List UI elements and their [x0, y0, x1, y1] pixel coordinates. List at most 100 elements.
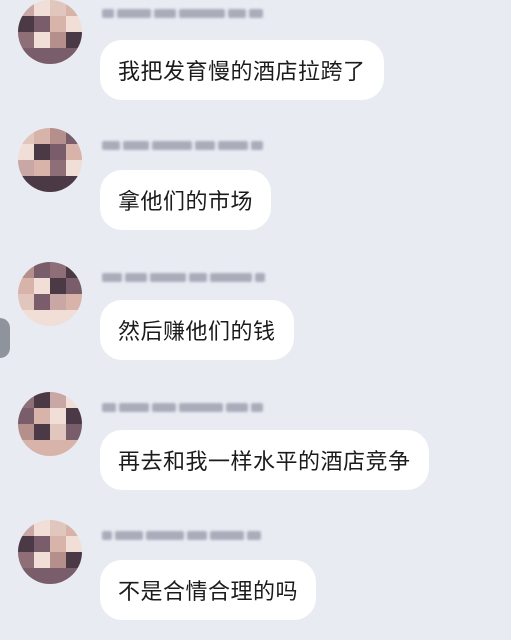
avatar[interactable] — [18, 262, 82, 326]
avatar-mosaic-cell — [50, 278, 66, 294]
avatar-mosaic-cell — [34, 552, 50, 568]
avatar-mosaic-cell — [18, 48, 34, 64]
avatar-mosaic-cell — [34, 310, 50, 326]
avatar-mosaic-cell — [66, 424, 82, 440]
message-row: 拿他们的市场 — [0, 128, 511, 248]
avatar-mosaic-cell — [50, 424, 66, 440]
chat-thread: 我把发育慢的酒店拉跨了 拿他们的市场 然后赚他们的钱 再去和我一样水平的酒店竞争 — [0, 0, 511, 630]
avatar-mosaic-cell — [50, 16, 66, 32]
avatar-mosaic-cell — [50, 408, 66, 424]
avatar-mosaic-cell — [50, 160, 66, 176]
avatar[interactable] — [18, 128, 82, 192]
avatar-mosaic-cell — [66, 310, 82, 326]
sender-name-blurred — [102, 138, 263, 152]
avatar-mosaic-cell — [34, 294, 50, 310]
avatar-mosaic-cell — [50, 536, 66, 552]
avatar-mosaic-cell — [50, 310, 66, 326]
avatar-mosaic-cell — [18, 568, 34, 584]
avatar-mosaic-cell — [18, 262, 34, 278]
avatar-mosaic-cell — [18, 408, 34, 424]
message-bubble[interactable]: 不是合情合理的吗 — [100, 560, 317, 620]
avatar-mosaic-cell — [50, 0, 66, 16]
avatar-mosaic-cell — [18, 16, 34, 32]
message-row: 不是合情合理的吗 — [0, 520, 511, 640]
avatar-mosaic-cell — [18, 552, 34, 568]
message-bubble[interactable]: 再去和我一样水平的酒店竞争 — [100, 430, 429, 490]
avatar-mosaic-cell — [34, 262, 50, 278]
avatar-mosaic-cell — [50, 128, 66, 144]
message-row: 我把发育慢的酒店拉跨了 — [0, 0, 511, 120]
avatar-mosaic-cell — [66, 408, 82, 424]
side-handle[interactable] — [0, 318, 10, 358]
avatar-mosaic-cell — [50, 32, 66, 48]
avatar-mosaic-cell — [34, 568, 50, 584]
avatar-mosaic-cell — [50, 568, 66, 584]
avatar-mosaic-cell — [34, 278, 50, 294]
avatar-mosaic-cell — [66, 160, 82, 176]
avatar-mosaic-cell — [34, 536, 50, 552]
avatar-mosaic-cell — [50, 176, 66, 192]
avatar-mosaic-cell — [34, 392, 50, 408]
avatar-mosaic-cell — [66, 144, 82, 160]
avatar-mosaic-cell — [66, 32, 82, 48]
message-text: 我把发育慢的酒店拉跨了 — [118, 60, 366, 85]
sender-name-blurred — [102, 6, 263, 20]
avatar-mosaic-cell — [66, 262, 82, 278]
avatar-mosaic-cell — [50, 144, 66, 160]
avatar-mosaic-cell — [18, 392, 34, 408]
avatar[interactable] — [18, 0, 82, 64]
message-bubble[interactable]: 拿他们的市场 — [100, 170, 272, 230]
avatar-mosaic-cell — [34, 48, 50, 64]
avatar-mosaic-cell — [50, 520, 66, 536]
avatar-mosaic-cell — [18, 32, 34, 48]
avatar-mosaic-cell — [66, 48, 82, 64]
avatar-mosaic-cell — [34, 440, 50, 456]
avatar-mosaic-cell — [18, 160, 34, 176]
avatar-mosaic-cell — [18, 294, 34, 310]
sender-name-blurred — [102, 270, 265, 284]
avatar-mosaic-cell — [50, 262, 66, 278]
avatar-mosaic-cell — [18, 0, 34, 16]
avatar-mosaic-cell — [18, 176, 34, 192]
avatar[interactable] — [18, 520, 82, 584]
avatar-mosaic-cell — [18, 310, 34, 326]
avatar-mosaic-cell — [34, 520, 50, 536]
avatar-mosaic-cell — [66, 520, 82, 536]
message-text: 然后赚他们的钱 — [118, 320, 276, 345]
avatar-mosaic-cell — [66, 0, 82, 16]
avatar-mosaic-cell — [34, 144, 50, 160]
message-bubble[interactable]: 然后赚他们的钱 — [100, 300, 294, 360]
avatar-mosaic-cell — [66, 128, 82, 144]
avatar-mosaic-cell — [50, 440, 66, 456]
message-text: 不是合情合理的吗 — [118, 580, 299, 605]
avatar-mosaic-cell — [18, 424, 34, 440]
avatar-mosaic-cell — [66, 552, 82, 568]
avatar-mosaic-cell — [66, 16, 82, 32]
avatar-mosaic-cell — [50, 294, 66, 310]
message-text: 拿他们的市场 — [118, 190, 254, 215]
avatar-mosaic-cell — [34, 128, 50, 144]
avatar-mosaic-cell — [18, 536, 34, 552]
avatar-mosaic-cell — [66, 392, 82, 408]
avatar-mosaic-cell — [34, 32, 50, 48]
avatar-mosaic-cell — [18, 520, 34, 536]
message-bubble[interactable]: 我把发育慢的酒店拉跨了 — [100, 40, 384, 100]
sender-name-blurred — [102, 528, 261, 542]
avatar-mosaic-cell — [34, 0, 50, 16]
avatar-mosaic-cell — [66, 278, 82, 294]
avatar-mosaic-cell — [50, 48, 66, 64]
avatar-mosaic-cell — [34, 16, 50, 32]
avatar-mosaic-cell — [34, 424, 50, 440]
avatar-mosaic-cell — [18, 440, 34, 456]
avatar-mosaic-cell — [34, 160, 50, 176]
avatar-mosaic-cell — [50, 552, 66, 568]
avatar-mosaic-cell — [66, 536, 82, 552]
avatar-mosaic-cell — [18, 278, 34, 294]
avatar-mosaic-cell — [18, 128, 34, 144]
message-row: 再去和我一样水平的酒店竞争 — [0, 392, 511, 512]
avatar[interactable] — [18, 392, 82, 456]
avatar-mosaic-cell — [66, 294, 82, 310]
message-row: 然后赚他们的钱 — [0, 262, 511, 382]
avatar-mosaic-cell — [66, 440, 82, 456]
message-text: 再去和我一样水平的酒店竞争 — [118, 450, 411, 475]
